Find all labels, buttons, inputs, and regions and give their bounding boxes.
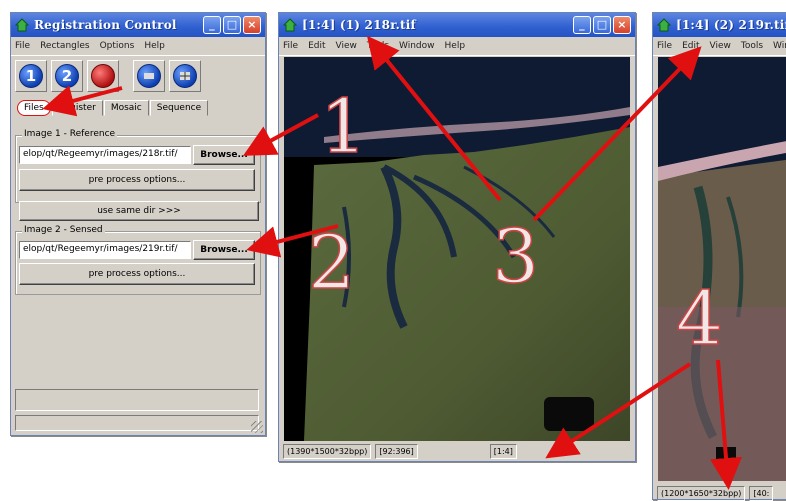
annotation-overlay (42, 35, 742, 490)
arrow-1-to-browse (242, 113, 319, 156)
annotation-number-3: 3 (491, 214, 540, 300)
arrow-4-to-status2 (710, 359, 742, 490)
arrow-to-files-tab (42, 85, 123, 117)
annotation-number-4: 4 (675, 276, 724, 362)
arrow-3-to-title2 (532, 46, 702, 222)
annotation-number-1: 1 (319, 84, 368, 170)
arrow-3-to-title1 (366, 35, 502, 202)
arrow-4-to-status1 (545, 362, 692, 459)
annotation-number-2: 2 (307, 220, 356, 306)
